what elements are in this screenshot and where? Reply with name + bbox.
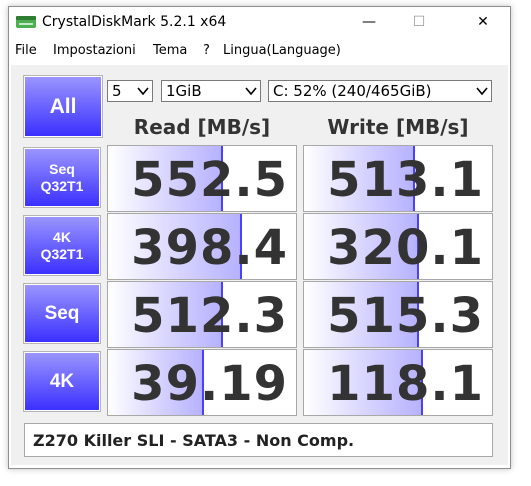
title-bar[interactable]: CrystalDiskMark 5.2.1 x64 — ☐ ✕ bbox=[9, 7, 510, 37]
4k-write-cell: 118.1 bbox=[303, 349, 493, 416]
4k-q32t1-read-value: 398.4 bbox=[131, 220, 288, 276]
drive-select[interactable]: C: 52% (240/465GiB) bbox=[268, 80, 492, 102]
read-header: Read [MB/s] bbox=[133, 115, 271, 139]
4k-read-value: 39.19 bbox=[131, 356, 288, 412]
seq-read-value: 512.3 bbox=[131, 288, 288, 344]
menu-language[interactable]: Lingua(Language) bbox=[223, 43, 341, 58]
chevron-down-icon bbox=[245, 87, 257, 96]
window-title: CrystalDiskMark 5.2.1 x64 bbox=[42, 14, 227, 30]
test-count-select[interactable]: 5 bbox=[107, 80, 153, 102]
4k-read-cell: 39.19 bbox=[107, 349, 297, 416]
minimize-button[interactable]: — bbox=[346, 7, 392, 37]
menu-help[interactable]: ? bbox=[203, 43, 210, 58]
all-button[interactable]: All bbox=[23, 75, 103, 138]
app-window: CrystalDiskMark 5.2.1 x64 — ☐ ✕ File Imp… bbox=[8, 6, 511, 469]
seq-q32t1-write-value: 513.1 bbox=[327, 152, 484, 208]
seq-q32t1-write-cell: 513.1 bbox=[303, 145, 493, 212]
4k-q32t1-button[interactable]: 4K Q32T1 bbox=[23, 215, 101, 276]
comment-field[interactable]: Z270 Killer SLI - SATA3 - Non Comp. bbox=[24, 423, 493, 457]
benchmark-panel: All 5 1GiB C: 52% (240/465GiB) Read [MB/… bbox=[11, 65, 508, 465]
menu-file[interactable]: File bbox=[15, 43, 37, 58]
seq-q32t1-read-cell: 552.5 bbox=[107, 145, 297, 212]
maximize-button[interactable]: ☐ bbox=[396, 7, 442, 37]
4k-q32t1-read-cell: 398.4 bbox=[107, 213, 297, 280]
disk-app-icon bbox=[16, 16, 36, 28]
seq-button[interactable]: Seq bbox=[23, 283, 101, 344]
seq-q32t1-read-value: 552.5 bbox=[131, 152, 288, 208]
menu-bar: File Impostazioni Tema ? Lingua(Language… bbox=[9, 41, 510, 61]
4k-q32t1-write-cell: 320.1 bbox=[303, 213, 493, 280]
seq-read-cell: 512.3 bbox=[107, 281, 297, 348]
seq-q32t1-button[interactable]: Seq Q32T1 bbox=[23, 147, 101, 208]
close-button[interactable]: ✕ bbox=[460, 7, 506, 37]
comment-text: Z270 Killer SLI - SATA3 - Non Comp. bbox=[33, 431, 355, 450]
test-size-select[interactable]: 1GiB bbox=[161, 80, 261, 102]
4k-write-value: 118.1 bbox=[327, 356, 484, 412]
write-header: Write [MB/s] bbox=[327, 115, 469, 139]
seq-write-value: 515.3 bbox=[327, 288, 484, 344]
chevron-down-icon bbox=[476, 87, 488, 96]
menu-tema[interactable]: Tema bbox=[153, 43, 187, 58]
chevron-down-icon bbox=[137, 87, 149, 96]
menu-impostazioni[interactable]: Impostazioni bbox=[53, 43, 136, 58]
4k-q32t1-write-value: 320.1 bbox=[327, 220, 484, 276]
seq-write-cell: 515.3 bbox=[303, 281, 493, 348]
4k-button[interactable]: 4K bbox=[23, 351, 101, 412]
